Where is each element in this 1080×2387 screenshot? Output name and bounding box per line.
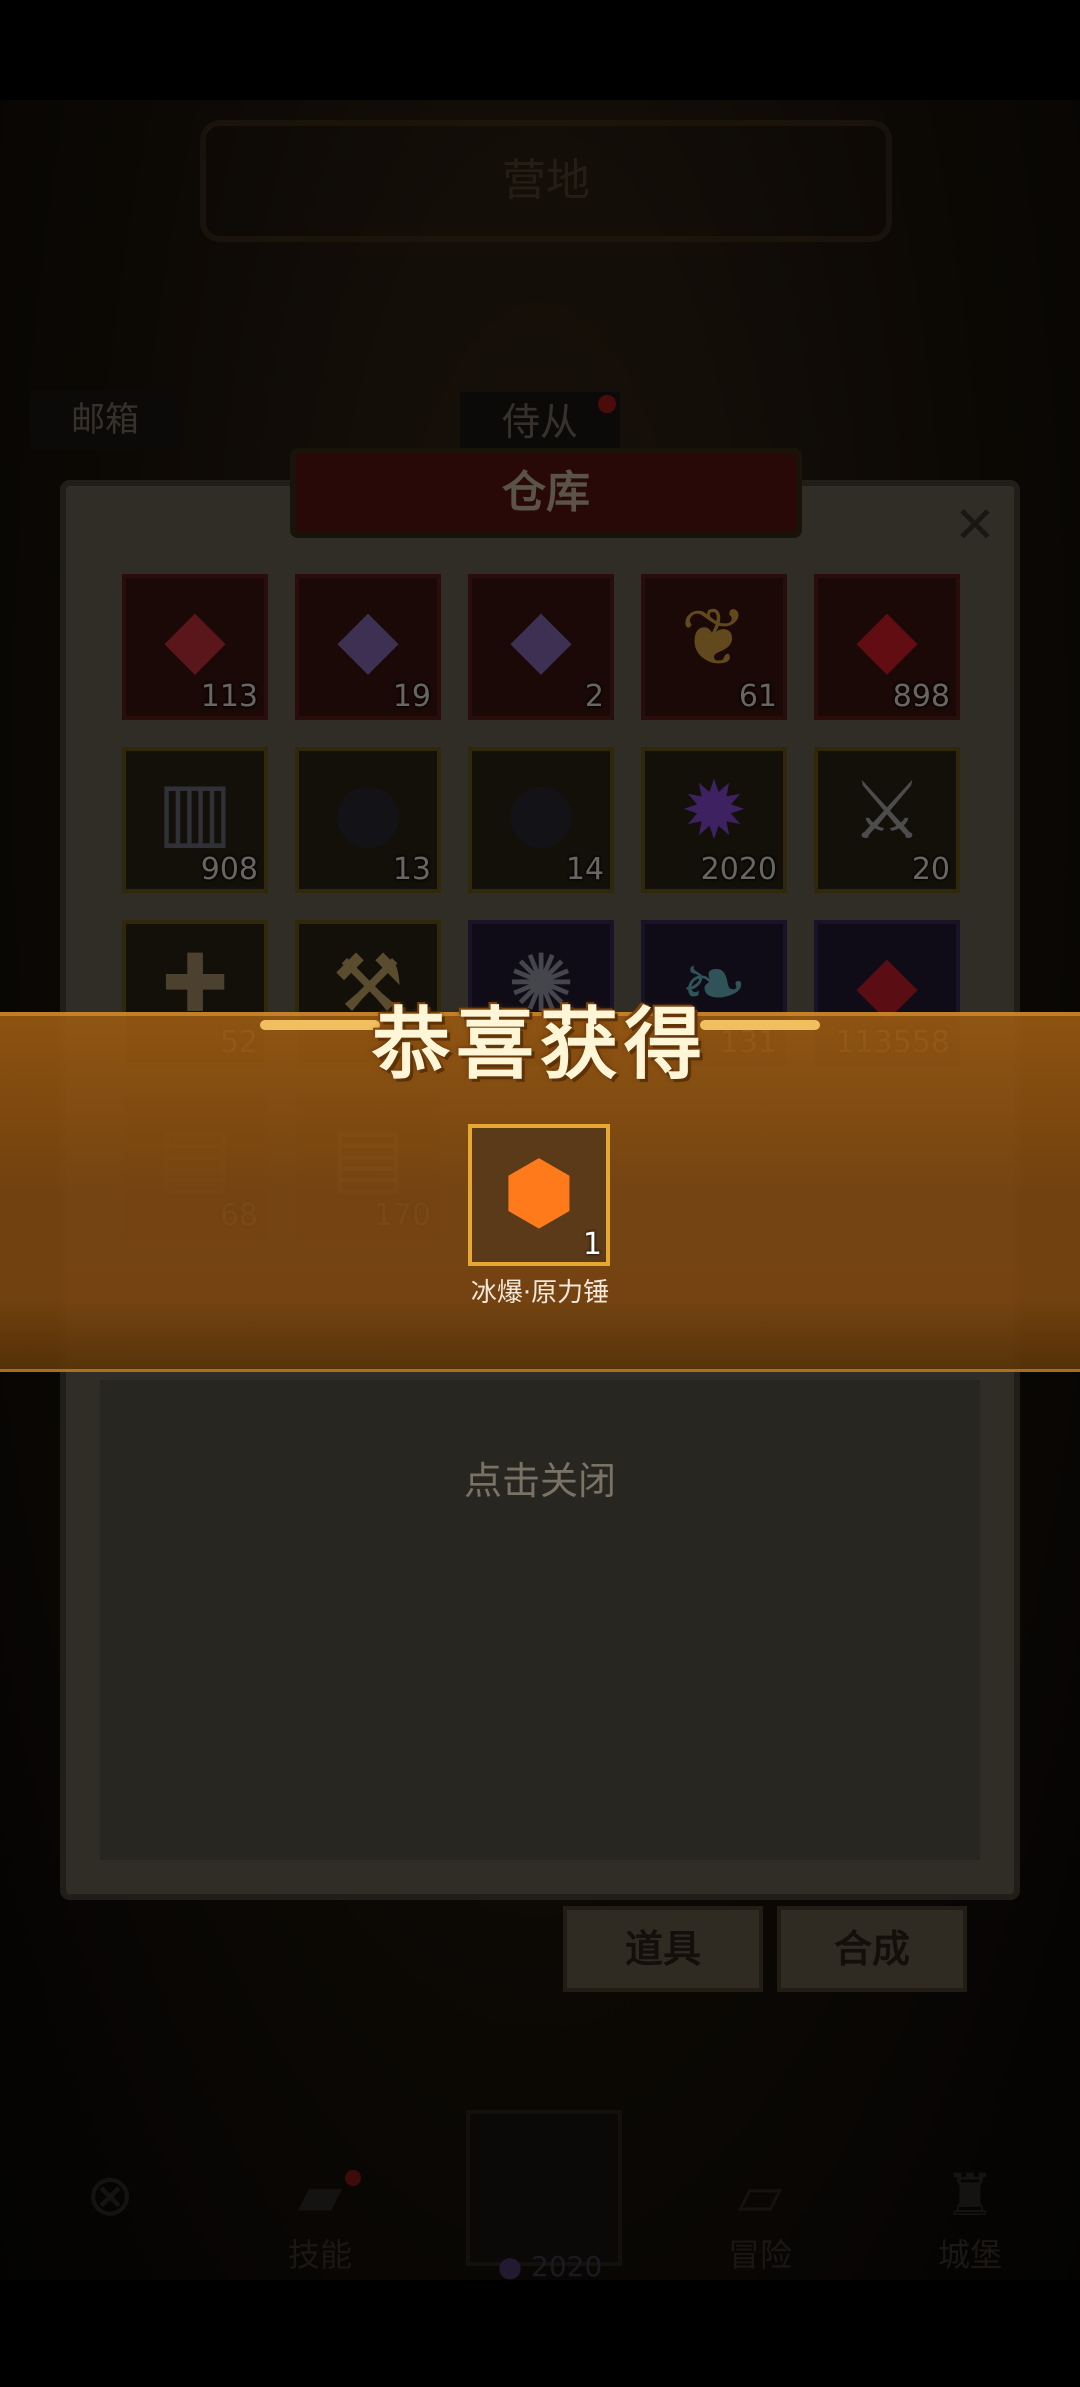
reward-title: 恭喜获得 bbox=[371, 1000, 708, 1090]
strip-bottom-line bbox=[0, 1369, 1080, 1372]
reward-count: 1 bbox=[582, 1227, 602, 1262]
reward-item-name: 冰爆·原力锤 bbox=[470, 1278, 610, 1308]
reward-item-slot[interactable]: ⬢ 1 bbox=[468, 1124, 610, 1266]
tap-to-close-hint[interactable]: 点击关闭 bbox=[0, 1450, 1080, 1505]
